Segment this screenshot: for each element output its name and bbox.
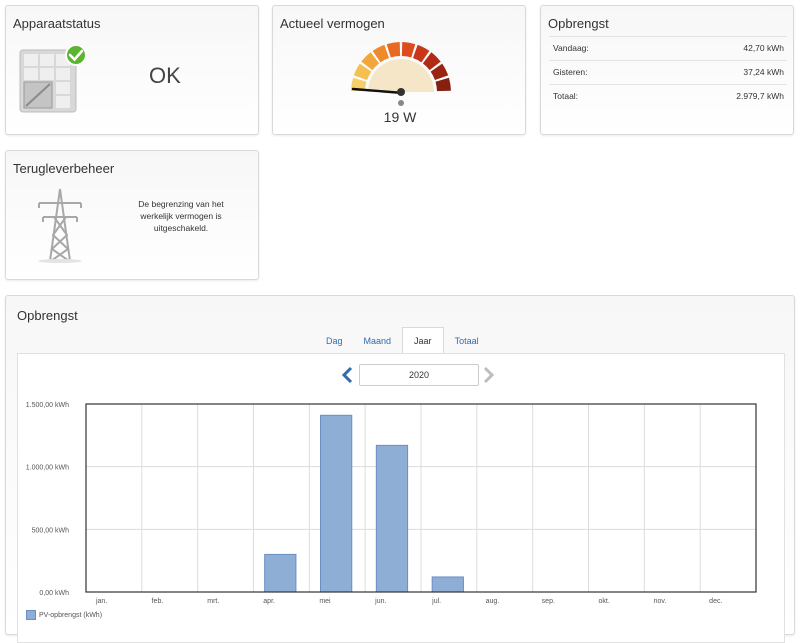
- yield-row-yesterday: Gisteren: 37,24 kWh: [549, 60, 787, 84]
- feed-in-card: Terugleverbeheer De begrenzing van het w…: [5, 150, 259, 280]
- chart-bar: [431, 576, 464, 593]
- current-power-value: 19 W: [383, 109, 417, 125]
- legend-label: PV-opbrengst (kWh): [39, 611, 103, 619]
- y-tick-label: 500,00 kWh: [32, 527, 69, 534]
- yield-value: 42,70 kWh: [743, 43, 784, 53]
- chart-container: 2020 0,00 kWh 500,00 kWh 1.000,00 kWh 1.500…: [17, 353, 785, 643]
- yield-card-title: Opbrengst: [548, 16, 609, 31]
- device-status-card: Apparaatstatus OK: [5, 5, 259, 135]
- tab-year[interactable]: Jaar: [402, 327, 444, 354]
- x-tick-label: dec.: [709, 598, 722, 605]
- gauge-dot: [398, 100, 404, 106]
- gauge-segment: [386, 42, 401, 58]
- x-tick-label: mei: [319, 598, 331, 605]
- gauge-segment: [435, 77, 451, 92]
- x-tick-label: apr.: [263, 598, 275, 605]
- current-power-title: Actueel vermogen: [280, 16, 385, 31]
- current-power-card: Actueel vermogen 19 W: [272, 5, 526, 135]
- x-tick-label: feb.: [152, 598, 164, 605]
- x-tick-label: jan.: [95, 598, 107, 605]
- x-tick-label: nov.: [654, 598, 667, 605]
- legend-swatch: [26, 610, 36, 620]
- y-tick-label: 0,00 kWh: [39, 590, 69, 597]
- x-tick-label: jul.: [431, 598, 441, 605]
- yield-bar-chart: 0,00 kWh 500,00 kWh 1.000,00 kWh 1.500,00 k…: [26, 402, 757, 605]
- device-status-value: OK: [149, 63, 181, 88]
- x-tick-label: sep.: [542, 598, 555, 605]
- gauge-hub: [397, 88, 405, 96]
- chart-bar: [320, 414, 353, 593]
- yield-label: Vandaag:: [553, 43, 589, 53]
- power-gauge-icon: [351, 42, 451, 106]
- device-status-title: Apparaatstatus: [13, 16, 101, 31]
- x-tick-label: mrt.: [207, 598, 219, 605]
- chart-legend: PV-opbrengst (kWh): [26, 610, 102, 620]
- yield-row-total: Totaal: 2.979,7 kWh: [549, 84, 787, 108]
- x-tick-label: okt.: [598, 598, 609, 605]
- tab-month[interactable]: Maand: [354, 327, 402, 354]
- period-tabs: Dag Maand Jaar Totaal: [316, 327, 490, 354]
- yield-value: 2.979,7 kWh: [736, 91, 784, 101]
- x-tick-label: aug.: [486, 598, 500, 605]
- x-tick-label: jun.: [374, 598, 386, 605]
- yield-table: Vandaag: 42,70 kWh Gisteren: 37,24 kWh T…: [549, 36, 787, 108]
- tab-total[interactable]: Totaal: [445, 327, 489, 354]
- gauge-segment: [401, 42, 416, 58]
- yield-value: 37,24 kWh: [743, 67, 784, 77]
- power-pylon-icon: [38, 188, 82, 263]
- feed-in-message: De begrenzing van het werkelijk vermogen…: [138, 199, 224, 233]
- yield-row-today: Vandaag: 42,70 kWh: [549, 36, 787, 60]
- yield-chart-panel: Opbrengst Dag Maand Jaar Totaal 2020 0,0…: [5, 295, 795, 643]
- yield-label: Totaal:: [553, 91, 579, 101]
- feed-in-title: Terugleverbeheer: [13, 161, 115, 176]
- tab-day[interactable]: Dag: [316, 327, 353, 354]
- yield-card: Opbrengst Vandaag: 42,70 kWh Gisteren: 3…: [540, 5, 794, 135]
- y-tick-label: 1.500,00 kWh: [26, 402, 69, 409]
- chart-bar: [264, 553, 297, 593]
- yield-label: Gisteren:: [553, 67, 588, 77]
- yield-chart-title: Opbrengst: [17, 308, 78, 323]
- chart-bar: [375, 444, 409, 593]
- inverter-ok-icon: [19, 44, 87, 113]
- y-tick-label: 1.000,00 kWh: [26, 465, 69, 472]
